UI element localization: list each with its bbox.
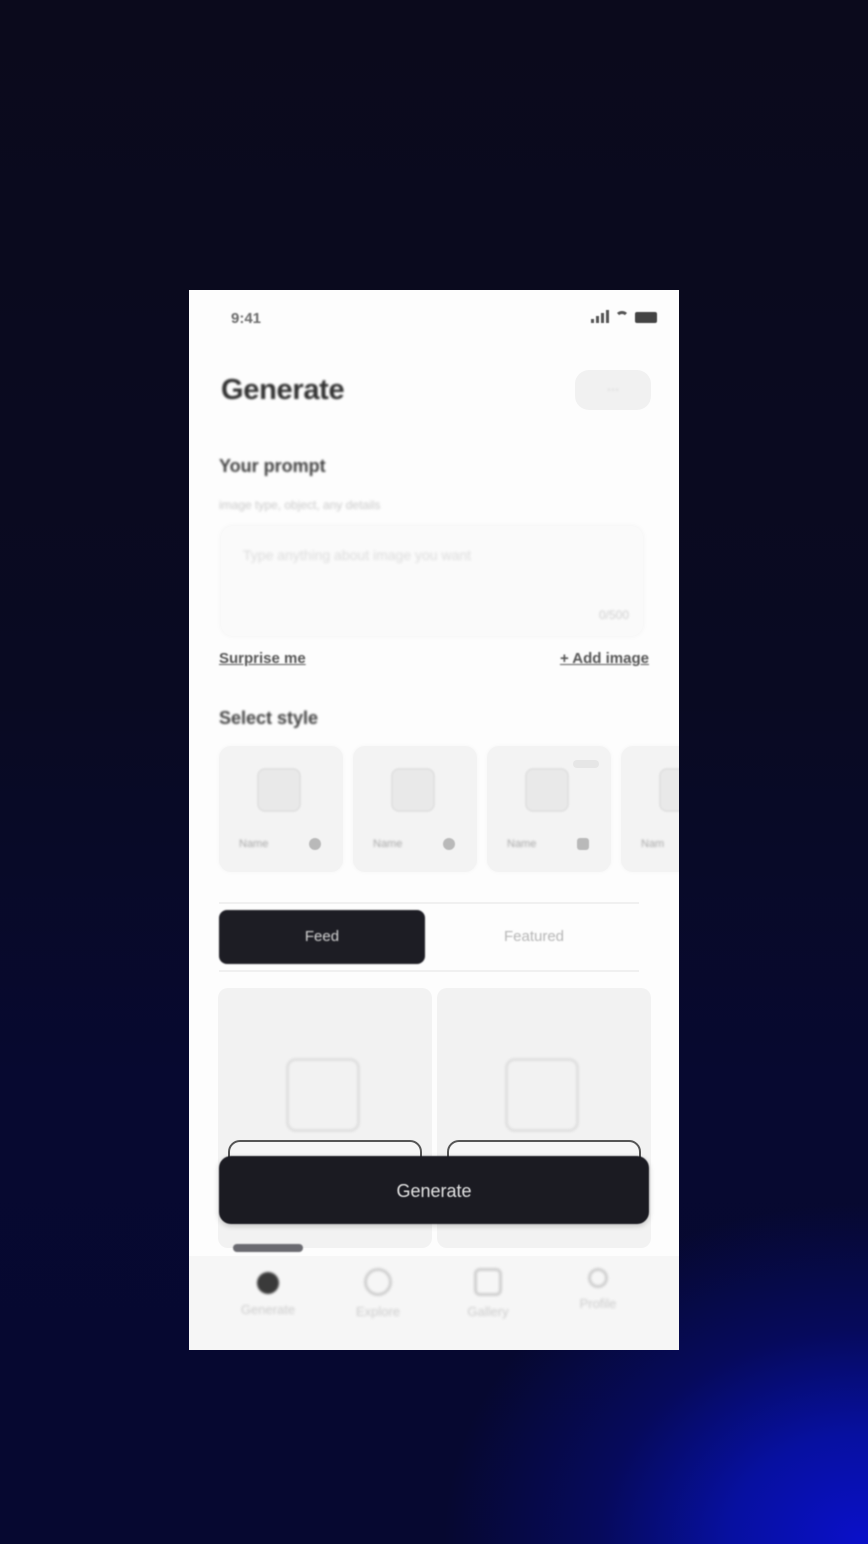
style-card[interactable]: Name [487, 746, 611, 872]
signal-icon [591, 310, 609, 323]
nav-label: Explore [355, 1304, 401, 1319]
status-time: 9:41 [231, 310, 262, 327]
surprise-me-link[interactable]: Surprise me [219, 650, 306, 667]
gallery-icon [474, 1268, 502, 1296]
nav-item-explore[interactable]: Explore [323, 1268, 433, 1319]
style-name: Name [507, 838, 537, 850]
scroll-handle[interactable] [233, 1244, 303, 1252]
generate-button[interactable]: Generate [219, 1156, 649, 1224]
nav-item-gallery[interactable]: Gallery [433, 1268, 543, 1319]
char-count: 0/500 [598, 608, 629, 622]
header-pill-label: ··· [607, 382, 619, 396]
style-badge [573, 760, 599, 768]
tab-feed[interactable]: Feed [219, 910, 425, 964]
info-icon[interactable] [443, 838, 455, 850]
nav-item-profile[interactable]: Profile [543, 1268, 653, 1311]
prompt-sublabel: image type, object, any details [219, 498, 381, 512]
info-icon[interactable] [309, 838, 321, 850]
info-icon[interactable] [577, 838, 589, 850]
style-card[interactable]: Name [353, 746, 477, 872]
prompt-label: Your prompt [219, 456, 326, 476]
battery-icon [635, 312, 657, 323]
style-name: Nam [641, 838, 665, 850]
feed-tabs: Feed Featured [219, 902, 639, 972]
image-icon [391, 768, 435, 812]
image-icon [257, 768, 301, 812]
nav-label: Gallery [467, 1304, 509, 1319]
style-card[interactable]: Name [219, 746, 343, 872]
nav-label: Generate [240, 1302, 296, 1317]
header-pill-button[interactable]: ··· [575, 370, 651, 410]
style-card[interactable]: Nam [621, 746, 679, 872]
nav-item-generate[interactable]: Generate [213, 1268, 323, 1317]
nav-label: Profile [579, 1296, 617, 1311]
tab-featured[interactable]: Featured [431, 910, 637, 964]
page-title: Generate [221, 374, 345, 406]
bottom-tab-bar: Generate Explore Gallery Profile [189, 1256, 679, 1350]
style-name: Name [239, 838, 269, 850]
phone-screen: 9:41 Generate ··· Your prompt image type… [189, 290, 679, 1350]
style-name: Name [373, 838, 403, 850]
wifi-icon [615, 311, 629, 323]
sparkle-icon [257, 1272, 279, 1294]
prompt-input[interactable] [241, 546, 625, 564]
image-icon [525, 768, 569, 812]
image-icon [659, 768, 679, 812]
image-icon [286, 1058, 360, 1132]
style-carousel[interactable]: Name Name Name Nam [219, 746, 679, 872]
prompt-box[interactable]: 0/500 [221, 526, 643, 636]
style-section-label: Select style [219, 708, 319, 728]
profile-icon [588, 1268, 608, 1288]
image-icon [505, 1058, 579, 1132]
add-image-link[interactable]: + Add image [560, 650, 649, 667]
status-icons [591, 310, 657, 323]
compass-icon [364, 1268, 392, 1296]
